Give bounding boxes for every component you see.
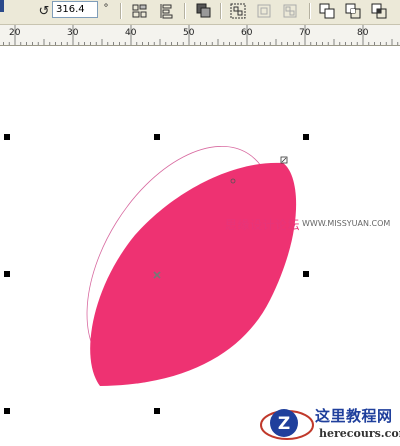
brand-name: 这里教程网 [315, 407, 393, 425]
ruler-label: 60 [241, 28, 253, 38]
rotation-angle-input[interactable] [52, 1, 98, 18]
brand-url: herecours.com [319, 427, 400, 440]
selection-handle-left[interactable] [4, 271, 10, 277]
svg-text:Z: Z [278, 414, 290, 434]
toolbar-separator [309, 3, 311, 19]
pink-shape[interactable] [90, 162, 297, 386]
horizontal-ruler[interactable]: 20 30 40 50 60 70 80 [0, 25, 400, 46]
selection-handle-bottom-left[interactable] [4, 408, 10, 414]
ruler-label: 70 [299, 28, 311, 38]
toolbar-separator [120, 3, 122, 19]
brand-logo: Z [260, 409, 314, 440]
toolbar-separator [184, 3, 186, 19]
drawing-canvas[interactable]: Z [0, 46, 400, 446]
trim-icon[interactable] [344, 2, 362, 20]
ruler-label: 20 [9, 28, 21, 38]
ungroup-icon[interactable] [255, 2, 273, 20]
degree-label: ° [103, 2, 109, 14]
resize-node-icon[interactable] [280, 156, 288, 164]
intersect-icon[interactable] [370, 2, 388, 20]
distribute-icon[interactable] [157, 2, 175, 20]
arrange-icon[interactable] [195, 2, 213, 20]
property-toolbar: ↺ ° [0, 0, 400, 25]
ruler-label: 30 [67, 28, 79, 38]
toolbar-edge [0, 0, 4, 12]
rotate-icon: ↺ [38, 3, 50, 19]
weld-icon[interactable] [318, 2, 336, 20]
ruler-label: 40 [125, 28, 137, 38]
align-icon[interactable] [131, 2, 149, 20]
ungroup-all-icon[interactable] [281, 2, 299, 20]
ruler-label: 50 [183, 28, 195, 38]
ruler-ticks [3, 25, 399, 45]
selection-handle-right[interactable] [303, 271, 309, 277]
selection-handle-top-left[interactable] [4, 134, 10, 140]
group-icon[interactable] [229, 2, 247, 20]
canvas-drawing: Z [86, 146, 314, 440]
watermark-text: 思缘设计论坛 [225, 218, 301, 232]
watermark-url: WWW.MISSYUAN.COM [302, 219, 391, 228]
ruler-label: 80 [357, 28, 369, 38]
selection-handle-top[interactable] [154, 134, 160, 140]
toolbar-separator [220, 3, 222, 19]
selection-handle-top-right[interactable] [303, 134, 309, 140]
selection-handle-bottom[interactable] [154, 408, 160, 414]
